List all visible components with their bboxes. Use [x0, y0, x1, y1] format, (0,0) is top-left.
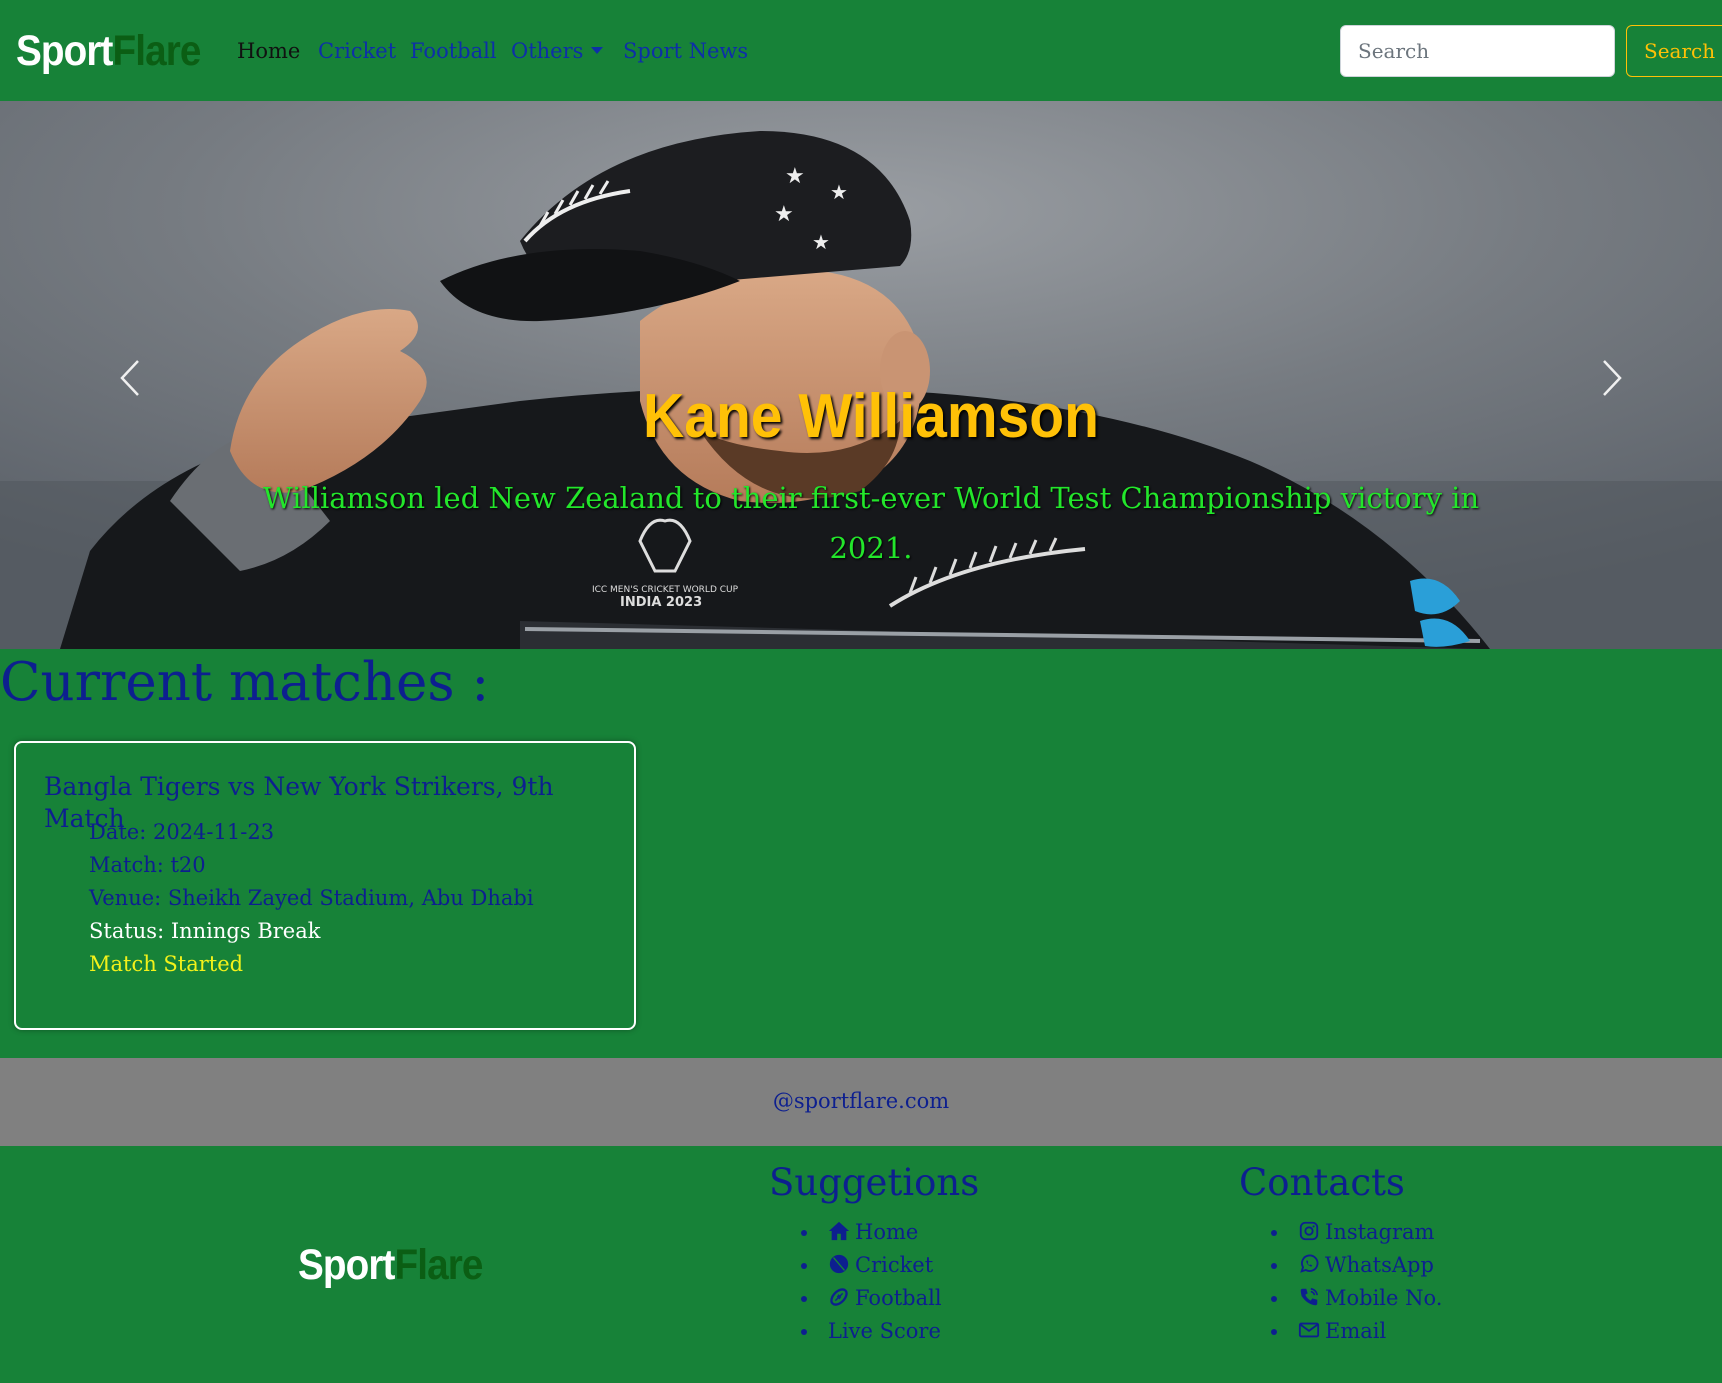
badge-text: ICC MEN'S CRICKET WORLD CUP	[592, 585, 739, 595]
contact-mobile-label: Mobile No.	[1325, 1286, 1443, 1310]
nav-cricket-link[interactable]: Cricket	[318, 38, 396, 64]
suggestion-cricket[interactable]: Cricket	[820, 1249, 942, 1282]
phone-icon	[1300, 1287, 1319, 1306]
navbar: SportFlare Home Cricket Football Others …	[0, 0, 1722, 101]
instagram-icon	[1299, 1221, 1319, 1241]
search-input[interactable]	[1340, 25, 1615, 77]
match-type: Match: t20	[89, 853, 206, 877]
svg-text:INDIA 2023: INDIA 2023	[620, 595, 702, 610]
contact-email[interactable]: Email	[1290, 1315, 1442, 1348]
caret-down-icon	[591, 47, 604, 54]
contact-instagram[interactable]: Instagram	[1290, 1216, 1442, 1249]
contact-whatsapp-label: WhatsApp	[1325, 1253, 1434, 1277]
match-date: Date: 2024-11-23	[89, 820, 275, 844]
footer-strip: @sportflare.com	[0, 1058, 1722, 1146]
svg-text:★: ★	[785, 164, 805, 189]
suggestions-heading: Suggetions	[769, 1161, 980, 1204]
nav-sport-news-link[interactable]: Sport News	[623, 38, 748, 64]
hero-carousel: ★ ★ ★ ★ ICC MEN'S CRICKET WORLD CUP INDI…	[0, 101, 1722, 649]
contact-mobile[interactable]: Mobile No.	[1290, 1282, 1442, 1315]
suggestion-football[interactable]: Football	[820, 1282, 942, 1315]
envelope-icon	[1298, 1322, 1320, 1338]
match-card[interactable]: Bangla Tigers vs New York Strikers, 9th …	[14, 741, 636, 1030]
svg-text:★: ★	[774, 202, 794, 227]
match-status: Status: Innings Break	[89, 919, 321, 943]
nav-football-link[interactable]: Football	[410, 38, 497, 64]
brand-logo-part2: Flare	[112, 27, 202, 75]
cricket-ball-icon	[829, 1254, 849, 1274]
football-icon	[830, 1288, 848, 1306]
suggestion-football-label: Football	[855, 1286, 942, 1310]
carousel-caption-title: Kane Williamson	[643, 382, 1099, 451]
footer-brand-logo[interactable]: SportFlare	[298, 1240, 483, 1290]
contact-email-label: Email	[1325, 1319, 1387, 1343]
suggestion-home-label: Home	[855, 1220, 919, 1244]
match-started-badge: Match Started	[89, 952, 244, 976]
nav-home-link[interactable]: Home	[237, 38, 300, 64]
svg-text:★: ★	[830, 180, 848, 204]
contact-instagram-label: Instagram	[1325, 1220, 1435, 1244]
home-icon	[828, 1221, 850, 1241]
footer: SportFlare Suggetions Home Cricket Footb…	[0, 1146, 1722, 1383]
suggestion-home[interactable]: Home	[820, 1216, 942, 1249]
suggestion-cricket-label: Cricket	[855, 1253, 934, 1277]
nav-others-dropdown[interactable]: Others	[511, 38, 604, 64]
contact-whatsapp[interactable]: WhatsApp	[1290, 1249, 1442, 1282]
whatsapp-icon	[1300, 1254, 1319, 1273]
suggestion-live-score[interactable]: Live Score	[820, 1315, 942, 1348]
current-matches-heading: Current matches :	[0, 652, 490, 713]
suggestion-live-score-label: Live Score	[828, 1319, 941, 1343]
brand-logo[interactable]: SportFlare	[16, 26, 201, 76]
footer-brand-part2: Flare	[394, 1241, 484, 1289]
nav-others-label: Others	[511, 39, 584, 63]
suggestions-list: Home Cricket Football Live Score	[820, 1216, 942, 1348]
match-details-list: Date: 2024-11-23 Match: t20 Venue: Sheik…	[89, 816, 534, 981]
match-venue: Venue: Sheikh Zayed Stadium, Abu Dhabi	[89, 886, 534, 910]
carousel-caption-text: Williamson led New Zealand to their firs…	[262, 481, 1480, 565]
contacts-heading: Contacts	[1239, 1161, 1405, 1204]
svg-text:★: ★	[812, 230, 830, 254]
contacts-list: Instagram WhatsApp Mobile No. Email	[1290, 1216, 1442, 1348]
brand-logo-part1: Sport	[16, 27, 113, 75]
footer-brand-part1: Sport	[298, 1241, 395, 1289]
search-button[interactable]: Search	[1626, 25, 1722, 77]
footer-site-link[interactable]: @sportflare.com	[773, 1088, 949, 1114]
